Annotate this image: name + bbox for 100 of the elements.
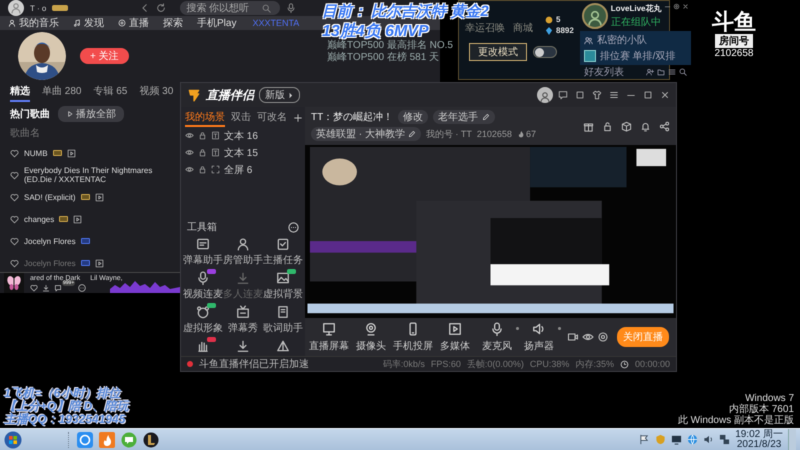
gift-icon[interactable]: [583, 120, 594, 132]
edit-button[interactable]: 修改: [398, 110, 428, 124]
tab[interactable]: 精选: [10, 84, 30, 102]
menu-label[interactable]: 商城: [513, 21, 533, 35]
tool-button[interactable]: 主播任务: [263, 237, 303, 267]
settings-icon[interactable]: [597, 331, 609, 343]
settings-icon[interactable]: [673, 3, 680, 10]
nav-item[interactable]: 我的音乐: [8, 16, 59, 30]
ring-icon[interactable]: [77, 432, 93, 448]
tool-button[interactable]: 房管助手: [223, 237, 263, 267]
tool-button[interactable]: 弹幕秀: [223, 305, 263, 335]
box-icon[interactable]: [621, 120, 632, 132]
control-button[interactable]: 扬声器: [519, 322, 559, 352]
tool-button[interactable]: 歌词助手: [263, 305, 303, 335]
heart-icon[interactable]: [10, 214, 19, 224]
close-icon[interactable]: [682, 3, 690, 10]
tab[interactable]: 专辑 65: [93, 84, 128, 102]
song-title[interactable]: Jocelyn Flores: [24, 236, 76, 246]
video-tag-icon[interactable]: [94, 192, 104, 202]
tag-field[interactable]: 老年选手: [433, 110, 496, 124]
avatar-icon[interactable]: [537, 87, 553, 103]
nav-item[interactable]: 手机Play: [197, 16, 236, 30]
heart-icon[interactable]: [30, 284, 38, 292]
eye-icon[interactable]: [185, 165, 194, 174]
song-title[interactable]: SAD! (Explicit): [24, 192, 76, 202]
video-tag-icon[interactable]: [94, 258, 104, 268]
more-icon[interactable]: [288, 222, 299, 232]
close-icon[interactable]: [660, 90, 670, 100]
heart-icon[interactable]: [10, 148, 19, 158]
scene-tab[interactable]: 我的场景: [185, 110, 225, 126]
nav-item[interactable]: 探索: [163, 16, 183, 30]
heart-icon[interactable]: [10, 258, 19, 268]
network-icon[interactable]: [719, 434, 730, 445]
microphone-icon[interactable]: [286, 3, 296, 13]
shirt-icon[interactable]: [592, 90, 602, 100]
version-button[interactable]: 新版: [259, 87, 300, 103]
tool-button[interactable]: 视频连麦: [183, 271, 223, 301]
flame-icon[interactable]: [99, 432, 115, 448]
scene-tab[interactable]: 可改名: [257, 110, 287, 126]
video-camera-icon[interactable]: [567, 331, 579, 343]
video-tag-icon[interactable]: [73, 214, 82, 224]
toggle-switch[interactable]: [533, 46, 557, 58]
song-title[interactable]: changes: [24, 214, 54, 224]
unlock-icon[interactable]: [602, 120, 613, 132]
video-tag-icon[interactable]: [66, 148, 76, 158]
song-title[interactable]: Everybody Dies In Their Nightmares (ED.Die / XXXTENTAC: [24, 166, 174, 184]
lock-icon[interactable]: [198, 165, 207, 174]
control-button[interactable]: 直播屏幕: [309, 322, 349, 352]
change-mode-button[interactable]: 更改模式: [469, 43, 527, 61]
avatar-icon[interactable]: [8, 0, 24, 16]
more-icon[interactable]: [78, 284, 86, 292]
lock-icon[interactable]: [198, 131, 207, 140]
tab[interactable]: 视频 30: [139, 84, 174, 102]
list-icon[interactable]: [668, 68, 676, 76]
scene-tab[interactable]: 双击: [231, 110, 251, 126]
add-friend-icon[interactable]: [646, 68, 654, 76]
control-button[interactable]: 多媒体: [435, 322, 475, 352]
search-field[interactable]: 搜索 你以想听: [180, 1, 280, 15]
source-item[interactable]: 全屏 6: [224, 162, 252, 176]
tool-button[interactable]: 弹幕助手: [183, 237, 223, 267]
plus-icon[interactable]: [293, 113, 303, 123]
eye-icon[interactable]: [185, 131, 194, 140]
chat-bubble-icon[interactable]: [121, 432, 137, 448]
bell-icon[interactable]: [640, 120, 651, 132]
message-icon[interactable]: [558, 90, 568, 100]
tab[interactable]: 单曲 280: [42, 84, 82, 102]
menu-icon[interactable]: [609, 90, 619, 100]
maximize-icon[interactable]: [643, 90, 653, 100]
control-button[interactable]: 手机投屏: [393, 322, 433, 352]
song-title[interactable]: NUMB: [24, 148, 48, 158]
lock-icon[interactable]: [198, 148, 207, 157]
comment-icon[interactable]: [54, 284, 62, 292]
heart-icon[interactable]: [10, 192, 19, 202]
avatar-icon[interactable]: [582, 3, 608, 29]
heart-icon[interactable]: [10, 236, 19, 246]
heart-icon[interactable]: [10, 170, 19, 180]
folder-icon[interactable]: [657, 68, 666, 76]
source-item[interactable]: 文本 15: [224, 146, 258, 160]
speaker-icon[interactable]: [703, 434, 714, 445]
tool-button[interactable]: 虚拟形象: [183, 305, 223, 335]
nav-item[interactable]: 发现: [73, 16, 104, 30]
follow-button[interactable]: + 关注: [80, 48, 129, 64]
nav-item[interactable]: 直播: [118, 16, 149, 30]
eye-icon[interactable]: [582, 331, 594, 343]
search-icon[interactable]: [679, 68, 688, 76]
share-icon[interactable]: [659, 120, 670, 132]
download-icon[interactable]: [42, 284, 50, 292]
control-button[interactable]: 摄像头: [351, 322, 391, 352]
flag-icon[interactable]: [639, 434, 650, 445]
start-button[interactable]: [4, 430, 22, 448]
play-all-button[interactable]: 播放全部: [58, 106, 124, 122]
source-item[interactable]: 文本 16: [224, 128, 258, 142]
clock-date[interactable]: 2021/8/23: [736, 440, 782, 450]
clock-time[interactable]: 19:02 周一: [735, 430, 783, 440]
category-button[interactable]: 英雄联盟 · 大神教学: [311, 127, 421, 141]
refresh-icon[interactable]: [156, 3, 166, 13]
globe-icon[interactable]: [687, 434, 698, 445]
menu-label[interactable]: 幸运召唤: [465, 21, 505, 35]
control-button[interactable]: 麦克风: [477, 322, 517, 352]
tool-button[interactable]: 虚拟背景: [263, 271, 303, 301]
